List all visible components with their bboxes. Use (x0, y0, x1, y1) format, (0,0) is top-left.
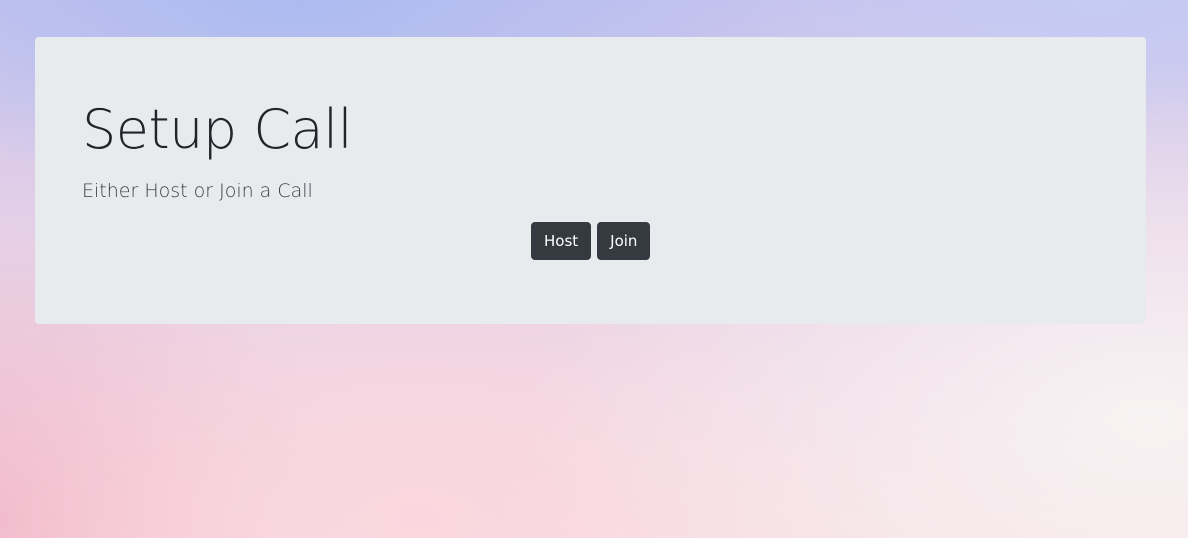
call-actions: Host Join (531, 222, 651, 260)
setup-call-panel: Setup Call Either Host or Join a Call Ho… (35, 37, 1146, 324)
page-subtitle: Either Host or Join a Call (82, 180, 313, 202)
host-button[interactable]: Host (531, 222, 592, 260)
join-button[interactable]: Join (597, 222, 651, 260)
page-title: Setup Call (82, 98, 353, 161)
